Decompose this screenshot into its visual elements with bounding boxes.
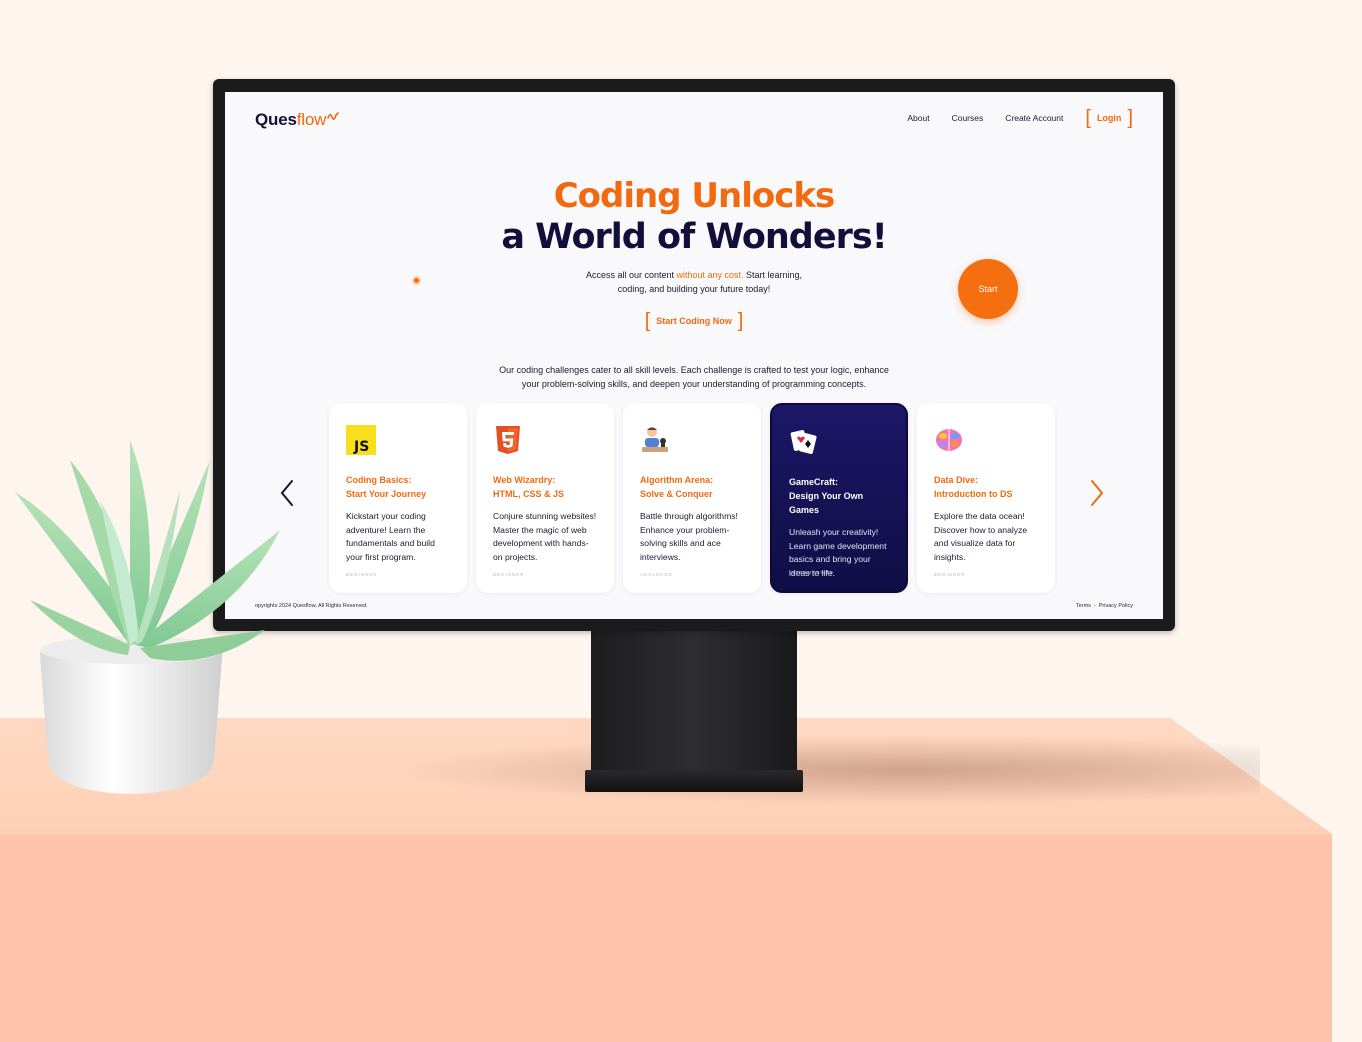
- card-title-line1: Algorithm Arena:: [640, 475, 714, 485]
- card-title-line1: Coding Basics:: [346, 475, 412, 485]
- cta-row: [ Start Coding Now ]: [225, 311, 1163, 331]
- carousel-next-icon[interactable]: [1089, 479, 1105, 507]
- card-title-line2: HTML, CSS & JS: [493, 489, 565, 499]
- card-title-line1: Data Dive:: [934, 475, 979, 485]
- card-description: Battle through algorithms! Enhance your …: [640, 511, 738, 562]
- footer-terms-link[interactable]: Terms: [1076, 603, 1091, 609]
- logo-accent-text: flow: [296, 110, 327, 129]
- right-bracket-icon: ]: [737, 310, 744, 332]
- hero-title-line1: Coding Unlocks: [553, 176, 836, 216]
- left-bracket-icon: [: [1085, 107, 1091, 129]
- right-bracket-icon: ]: [1127, 107, 1133, 129]
- nav-about-link[interactable]: About: [907, 113, 929, 123]
- logo-text: Ques: [255, 110, 297, 129]
- card-title: Coding Basics: Start Your Journey: [346, 473, 451, 501]
- course-card-web-wizardry[interactable]: Web Wizardry: HTML, CSS & JS Conjure stun…: [476, 403, 614, 593]
- monitor-stand-base: [585, 770, 803, 792]
- start-button[interactable]: Start: [958, 259, 1018, 319]
- course-card-coding-basics[interactable]: JS Coding Basics: Start Your Journey Kick…: [329, 403, 467, 593]
- course-card-algorithm-arena[interactable]: Algorithm Arena: Solve & Conquer Battle t…: [623, 403, 761, 593]
- site-logo[interactable]: Quesflow: [255, 110, 339, 130]
- hero-subtitle-line2: coding, and building your future today!: [617, 284, 771, 294]
- login-label: Login: [1096, 113, 1122, 123]
- card-description: Explore the data ocean! Discover how to …: [934, 511, 1028, 562]
- left-bracket-icon: [: [644, 310, 651, 332]
- hero-subtitle: Access all our content without any cost.…: [225, 268, 1163, 296]
- html5-icon: [493, 425, 523, 455]
- intro-line1: Our coding challenges cater to all skill…: [499, 365, 889, 375]
- card-title-line2: Solve & Conquer: [640, 489, 713, 499]
- challenges-intro: Our coding challenges cater to all skill…: [225, 363, 1163, 391]
- intro-line2: your problem-solving skills, and deepen …: [521, 379, 867, 389]
- logo-wave-icon: [327, 112, 339, 120]
- svg-text:JS: JS: [353, 439, 369, 455]
- card-title-line2: Introduction to DS: [934, 489, 1013, 499]
- card-level: Intermediate: [789, 570, 835, 575]
- card-description: Kickstart your coding adventure! Learn t…: [346, 511, 435, 562]
- footer-separator: -: [1093, 603, 1096, 609]
- nav-courses-link[interactable]: Courses: [952, 113, 984, 123]
- playing-cards-icon: [789, 427, 819, 457]
- footer-privacy-link[interactable]: Privacy Policy: [1099, 603, 1133, 609]
- footer-links: Terms - Privacy Policy: [1076, 603, 1133, 609]
- succulent-plant-image: [15, 440, 280, 794]
- course-card-gamecraft[interactable]: GameCraft: Design Your Own Games Unleash …: [770, 403, 908, 593]
- brain-icon: [934, 425, 964, 455]
- card-title: GameCraft: Design Your Own Games: [789, 475, 890, 517]
- monitor-shadow: [380, 735, 1260, 805]
- card-level: Beginner: [493, 572, 525, 577]
- course-cards: JS Coding Basics: Start Your Journey Kick…: [329, 403, 1055, 593]
- start-coding-label: Start Coding Now: [656, 316, 732, 326]
- card-title-line1: Web Wizardry:: [493, 475, 556, 485]
- card-title: Algorithm Arena: Solve & Conquer: [640, 473, 745, 501]
- monitor-screen: Quesflow About Courses Create Account [ …: [225, 92, 1163, 619]
- main-nav: About Courses Create Account [ Login ]: [907, 108, 1133, 128]
- start-coding-button[interactable]: [ Start Coding Now ]: [645, 311, 744, 331]
- hero-subtitle-part1: Access all our content: [585, 270, 677, 280]
- desk-front: [0, 834, 1332, 1042]
- nav-create-account-link[interactable]: Create Account: [1005, 113, 1063, 123]
- card-level: Beginner: [934, 572, 966, 577]
- card-title-line2: Design Your Own Games: [789, 491, 864, 515]
- javascript-icon: JS: [346, 425, 376, 455]
- card-title: Web Wizardry: HTML, CSS & JS: [493, 473, 598, 501]
- monitor-stand: [591, 628, 797, 778]
- hero-title-line2: a World of Wonders!: [501, 217, 887, 257]
- login-button[interactable]: [ Login ]: [1085, 108, 1133, 128]
- card-title-line2: Start Your Journey: [346, 489, 427, 499]
- hero-subtitle-highlight: without any cost.: [676, 270, 744, 280]
- card-title: Data Dive: Introduction to DS: [934, 473, 1039, 501]
- hero-subtitle-part2: Start learning,: [743, 270, 803, 280]
- card-level: Beginner: [346, 572, 378, 577]
- card-description: Conjure stunning websites! Master the ma…: [493, 511, 597, 562]
- card-title-line1: GameCraft:: [789, 477, 839, 487]
- card-level: Advanced: [640, 572, 673, 577]
- course-card-data-dive[interactable]: Data Dive: Introduction to DS Explore the…: [917, 403, 1055, 593]
- chess-player-icon: [640, 425, 670, 455]
